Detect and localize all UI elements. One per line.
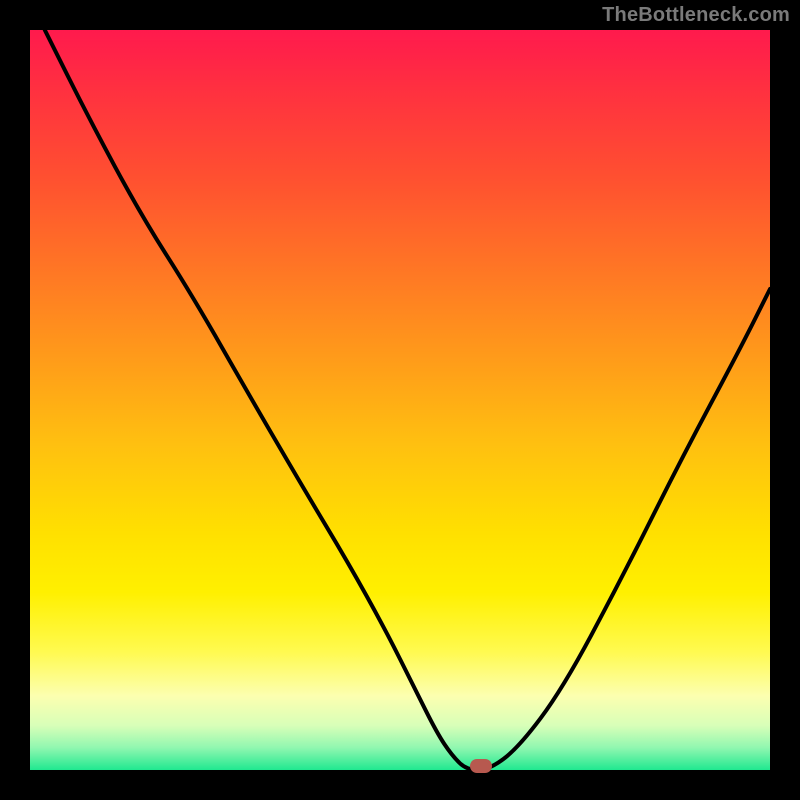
watermark-text: TheBottleneck.com	[602, 4, 790, 27]
bottleneck-curve	[30, 30, 770, 770]
optimum-marker	[470, 759, 492, 773]
plot-area	[30, 30, 770, 770]
chart-frame: TheBottleneck.com	[0, 0, 800, 800]
